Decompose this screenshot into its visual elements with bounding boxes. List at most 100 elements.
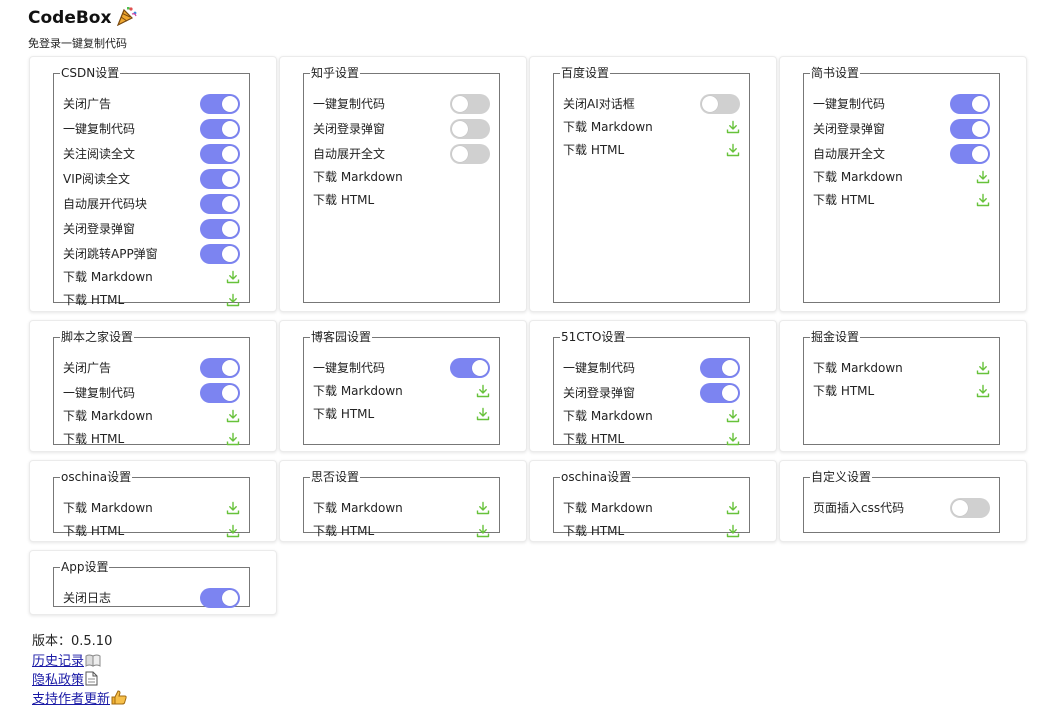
download-icon[interactable]: [976, 361, 990, 375]
toggle-switch[interactable]: [450, 118, 490, 139]
setting-row-app-row-0[interactable]: 关闭日志: [63, 587, 240, 608]
setting-row-jb51-row-3[interactable]: 下载 HTML: [63, 428, 240, 449]
toggle-switch[interactable]: [200, 587, 240, 608]
setting-row-zhihu-row-2[interactable]: 自动展开全文: [313, 143, 490, 164]
download-icon[interactable]: [226, 293, 240, 307]
setting-row-oschina2-row-0[interactable]: 下载 Markdown: [563, 497, 740, 518]
setting-label: 下载 Markdown: [813, 361, 903, 375]
setting-row-jianshu-row-2[interactable]: 自动展开全文: [813, 143, 990, 164]
setting-row-csdn-row-3[interactable]: VIP阅读全文: [63, 168, 240, 189]
history-link[interactable]: 历史记录: [32, 654, 84, 669]
setting-label: 自动展开全文: [313, 147, 386, 161]
download-icon[interactable]: [226, 432, 240, 446]
toggle-switch[interactable]: [200, 218, 240, 239]
setting-row-csdn-row-1[interactable]: 一键复制代码: [63, 118, 240, 139]
toggle-switch[interactable]: [700, 93, 740, 114]
download-icon[interactable]: [726, 432, 740, 446]
setting-row-jianshu-row-1[interactable]: 关闭登录弹窗: [813, 118, 990, 139]
download-icon[interactable]: [476, 501, 490, 515]
download-icon[interactable]: [476, 384, 490, 398]
setting-row-csdn-row-2[interactable]: 关注阅读全文: [63, 143, 240, 164]
setting-label: 关闭广告: [63, 97, 112, 111]
setting-row-baidu-row-0[interactable]: 关闭AI对话框: [563, 93, 740, 114]
setting-label: 一键复制代码: [63, 122, 136, 136]
setting-row-csdn-row-8[interactable]: 下载 HTML: [63, 289, 240, 310]
toggle-knob: [222, 145, 238, 162]
download-icon[interactable]: [226, 270, 240, 284]
toggle-switch[interactable]: [200, 243, 240, 264]
setting-row-oschina-row-0[interactable]: 下载 Markdown: [63, 497, 240, 518]
setting-label: 下载 Markdown: [563, 409, 653, 423]
privacy-link[interactable]: 隐私政策: [32, 673, 84, 688]
setting-row-sifou-row-1[interactable]: 下载 HTML: [313, 520, 490, 541]
setting-row-jb51-row-1[interactable]: 一键复制代码: [63, 382, 240, 403]
setting-row-zhihu-row-0[interactable]: 一键复制代码: [313, 93, 490, 114]
setting-row-baidu-row-2[interactable]: 下载 HTML: [563, 139, 740, 160]
setting-row-jb51-row-2[interactable]: 下载 Markdown: [63, 405, 240, 426]
download-icon[interactable]: [226, 409, 240, 423]
setting-label: 下载 Markdown: [563, 501, 653, 515]
toggle-switch[interactable]: [700, 382, 740, 403]
toggle-switch[interactable]: [200, 118, 240, 139]
setting-row-cnblogs-row-2[interactable]: 下载 HTML: [313, 403, 490, 424]
download-icon[interactable]: [726, 524, 740, 538]
toggle-switch[interactable]: [200, 357, 240, 378]
setting-label: 下载 HTML: [63, 432, 125, 446]
fieldset-title: oschina设置: [561, 470, 632, 484]
toggle-knob: [222, 589, 238, 606]
setting-row-cnblogs-row-0[interactable]: 一键复制代码: [313, 357, 490, 378]
toggle-switch[interactable]: [450, 143, 490, 164]
toggle-switch[interactable]: [450, 93, 490, 114]
setting-row-sifou-row-0[interactable]: 下载 Markdown: [313, 497, 490, 518]
setting-row-zhihu-row-3: 下载 Markdown: [313, 166, 490, 187]
toggle-switch[interactable]: [450, 357, 490, 378]
setting-row-jb51-row-0[interactable]: 关闭广告: [63, 357, 240, 378]
setting-row-csdn-row-0[interactable]: 关闭广告: [63, 93, 240, 114]
toggle-switch[interactable]: [700, 357, 740, 378]
setting-row-jianshu-row-4[interactable]: 下载 HTML: [813, 189, 990, 210]
download-icon[interactable]: [226, 524, 240, 538]
setting-row-oschina2-row-1[interactable]: 下载 HTML: [563, 520, 740, 541]
download-icon[interactable]: [476, 524, 490, 538]
toggle-knob: [952, 499, 968, 516]
setting-row-oschina-row-1[interactable]: 下载 HTML: [63, 520, 240, 541]
setting-row-51cto-row-2[interactable]: 下载 Markdown: [563, 405, 740, 426]
setting-row-baidu-row-1[interactable]: 下载 Markdown: [563, 116, 740, 137]
setting-row-custom-row-0[interactable]: 页面插入css代码: [813, 497, 990, 518]
download-icon[interactable]: [726, 501, 740, 515]
toggle-switch[interactable]: [200, 93, 240, 114]
download-icon[interactable]: [726, 409, 740, 423]
setting-row-csdn-row-6[interactable]: 关闭跳转APP弹窗: [63, 243, 240, 264]
fieldset-sifou: 思否设置 下载 Markdown 下载 HTML: [303, 471, 500, 538]
setting-row-juejin-row-0[interactable]: 下载 Markdown: [813, 357, 990, 378]
download-icon[interactable]: [976, 193, 990, 207]
setting-row-jianshu-row-0[interactable]: 一键复制代码: [813, 93, 990, 114]
download-icon[interactable]: [726, 143, 740, 157]
download-icon[interactable]: [976, 170, 990, 184]
toggle-switch[interactable]: [950, 93, 990, 114]
download-icon[interactable]: [476, 407, 490, 421]
setting-row-zhihu-row-1[interactable]: 关闭登录弹窗: [313, 118, 490, 139]
setting-row-51cto-row-1[interactable]: 关闭登录弹窗: [563, 382, 740, 403]
setting-row-jianshu-row-3[interactable]: 下载 Markdown: [813, 166, 990, 187]
toggle-switch[interactable]: [200, 168, 240, 189]
download-icon[interactable]: [726, 120, 740, 134]
setting-row-juejin-row-1[interactable]: 下载 HTML: [813, 380, 990, 401]
toggle-switch[interactable]: [200, 193, 240, 214]
toggle-switch[interactable]: [950, 497, 990, 518]
setting-label: 页面插入css代码: [813, 501, 905, 515]
setting-row-51cto-row-3[interactable]: 下载 HTML: [563, 428, 740, 449]
setting-row-cnblogs-row-1[interactable]: 下载 Markdown: [313, 380, 490, 401]
toggle-knob: [472, 359, 488, 376]
setting-row-csdn-row-4[interactable]: 自动展开代码块: [63, 193, 240, 214]
toggle-switch[interactable]: [950, 118, 990, 139]
setting-row-csdn-row-7[interactable]: 下载 Markdown: [63, 266, 240, 287]
setting-row-csdn-row-5[interactable]: 关闭登录弹窗: [63, 218, 240, 239]
download-icon[interactable]: [976, 384, 990, 398]
setting-row-51cto-row-0[interactable]: 一键复制代码: [563, 357, 740, 378]
toggle-switch[interactable]: [950, 143, 990, 164]
toggle-switch[interactable]: [200, 143, 240, 164]
download-icon[interactable]: [226, 501, 240, 515]
support-link[interactable]: 支持作者更新: [32, 692, 110, 707]
toggle-switch[interactable]: [200, 382, 240, 403]
